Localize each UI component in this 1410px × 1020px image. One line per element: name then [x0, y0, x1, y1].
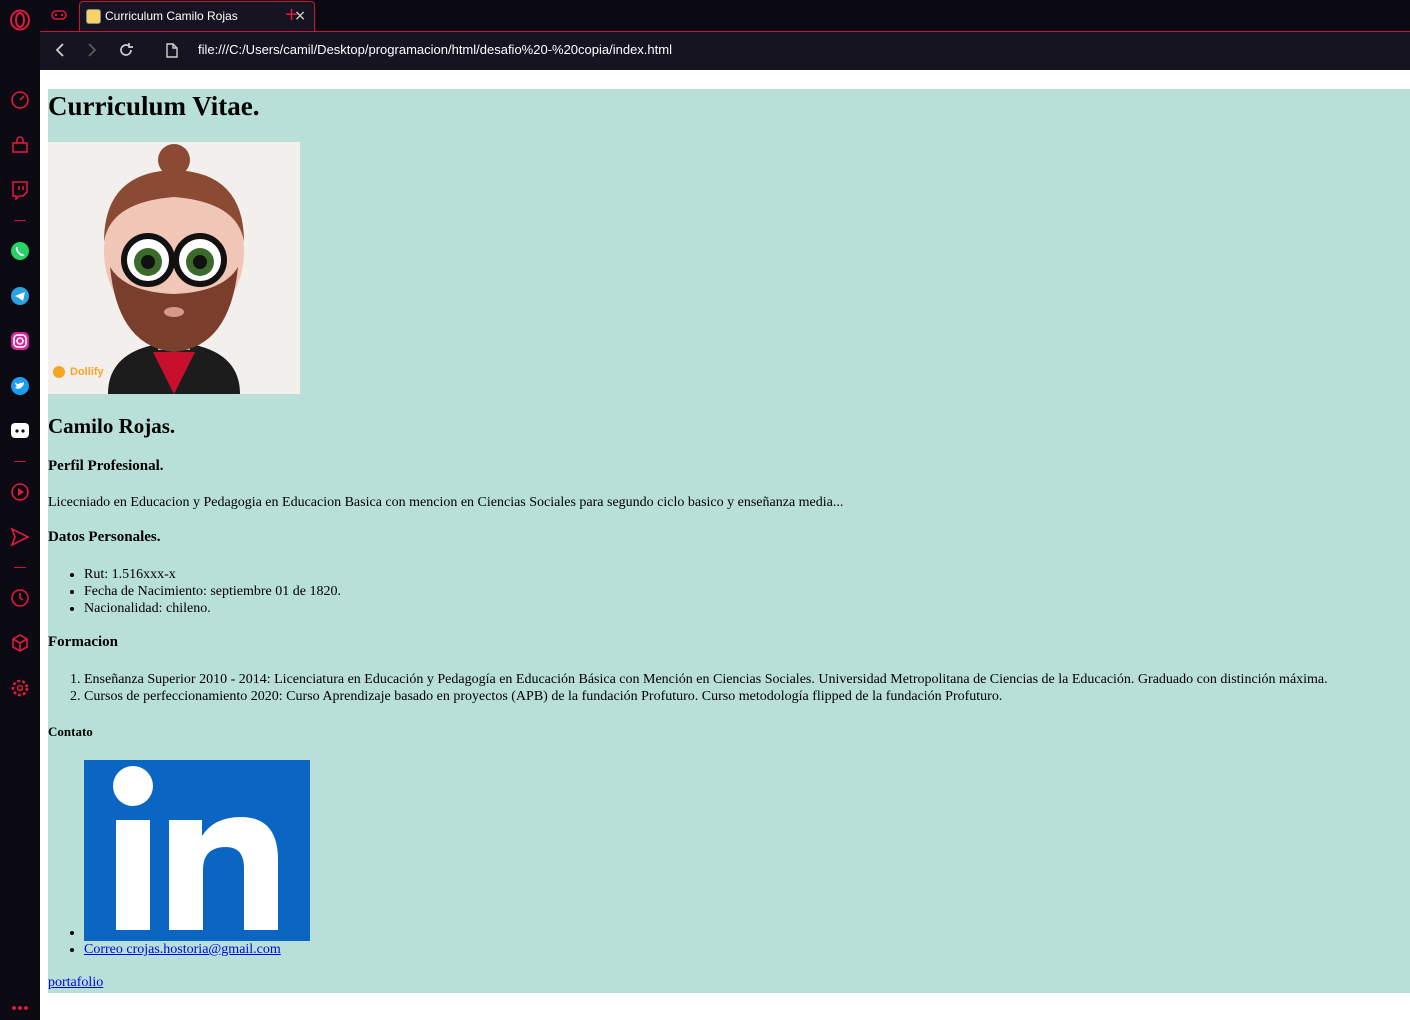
twitter-icon[interactable] [8, 374, 32, 398]
player-icon[interactable] [8, 480, 32, 504]
browser-sidebar [0, 0, 40, 1020]
reload-icon[interactable] [118, 42, 134, 62]
avatar: Dollify [48, 142, 300, 394]
email-link[interactable]: Correo crojas.hostoria@gmail.com [84, 942, 281, 957]
list-item: Cursos de perfeccionamiento 2020: Curso … [84, 688, 1328, 705]
formacion-heading: Formacion [48, 634, 118, 650]
extensions-icon[interactable] [8, 631, 32, 655]
history-icon[interactable] [8, 586, 32, 610]
page-title: Curriculum Vitae. [48, 91, 260, 121]
portafolio-link[interactable]: portafolio [48, 975, 103, 991]
list-item [84, 760, 310, 941]
avatar-illustration [48, 142, 300, 394]
list-item: Fecha de Nacimiento: septiembre 01 de 18… [84, 583, 341, 600]
back-icon[interactable] [54, 42, 66, 62]
tab-title: Curriculum Camilo Rojas [105, 9, 238, 23]
whatsapp-icon[interactable] [8, 239, 32, 263]
speed-dial-icon[interactable] [8, 88, 32, 112]
twitch-icon[interactable] [8, 178, 32, 202]
instagram-icon[interactable] [8, 329, 32, 353]
cv-page: Curriculum Vitae. Dollify Camilo Rojas. … [48, 89, 1410, 993]
address-bar: file:///C:/Users/camil/Desktop/programac… [40, 31, 1410, 70]
person-name: Camilo Rojas. [48, 414, 176, 438]
perfil-heading: Perfil Profesional. [48, 458, 164, 474]
telegram-icon[interactable] [8, 284, 32, 308]
list-item: Nacionalidad: chileno. [84, 600, 341, 617]
contacto-heading: Contato [48, 724, 93, 739]
datos-list: Rut: 1.516xxx-x Fecha de Nacimiento: sep… [48, 566, 341, 617]
settings-icon[interactable] [8, 676, 32, 700]
new-tab-button[interactable]: + [284, 4, 299, 25]
tab-curriculum[interactable]: Curriculum Camilo Rojas × [79, 1, 315, 31]
shopping-icon[interactable] [8, 133, 32, 157]
formacion-list: Enseñanza Superior 2010 - 2014: Licencia… [48, 671, 1328, 705]
page-viewport: Curriculum Vitae. Dollify Camilo Rojas. … [40, 70, 1410, 1020]
send-icon[interactable] [8, 525, 32, 549]
list-item: Rut: 1.516xxx-x [84, 566, 341, 583]
opera-logo-icon[interactable] [8, 8, 32, 32]
url-field[interactable]: file:///C:/Users/camil/Desktop/programac… [198, 42, 672, 57]
forward-icon[interactable] [86, 42, 98, 62]
linkedin-icon[interactable] [84, 760, 310, 941]
list-item: Correo crojas.hostoria@gmail.com [84, 941, 310, 958]
datos-heading: Datos Personales. [48, 529, 161, 545]
gx-control-icon[interactable] [51, 7, 67, 26]
more-icon[interactable] [8, 1000, 32, 1016]
avatar-brand: Dollify [70, 366, 104, 378]
file-icon [166, 43, 178, 62]
tab-bar: Curriculum Camilo Rojas × + [40, 0, 1410, 31]
discord-icon[interactable] [8, 419, 32, 443]
list-item: Enseñanza Superior 2010 - 2014: Licencia… [84, 671, 1328, 688]
contacto-list: Correo crojas.hostoria@gmail.com [48, 760, 310, 958]
perfil-text: Licecniado en Educacion y Pedagogia en E… [48, 495, 844, 510]
tab-favicon-icon [86, 9, 101, 24]
